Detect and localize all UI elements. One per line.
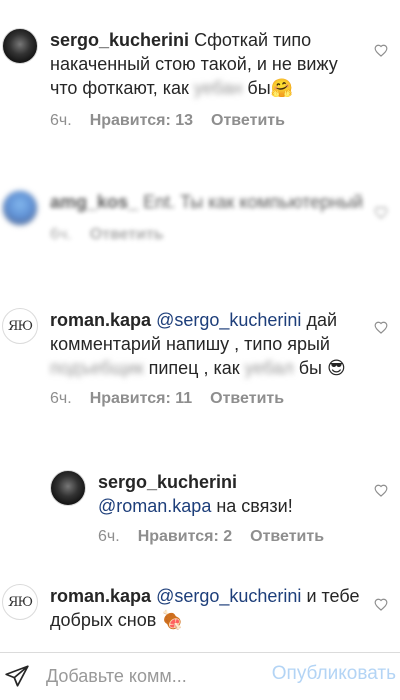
sunglasses-emoji: 😎 — [326, 358, 346, 378]
username[interactable]: sergo_kucherini — [98, 472, 237, 492]
username[interactable]: amg_kos_ — [50, 192, 138, 212]
comment-meta: 6ч. Нравится: 2 Ответить — [98, 528, 338, 546]
comment-2: amg_kos_ Ent. Ты как компьютерный 6ч. От… — [2, 190, 368, 244]
comment-composer: Опубликовать — [0, 652, 400, 700]
mention-link[interactable]: @sergo_kucherini — [156, 310, 301, 330]
comment-text: roman.kapa @sergo_kucherini дай коммента… — [50, 310, 346, 378]
reply-button[interactable]: Ответить — [211, 112, 285, 130]
logo-icon: ЯЮ — [7, 318, 33, 334]
comment-body: amg_kos_ Ent. Ты как компьютерный 6ч. От… — [50, 190, 368, 244]
comment-4-reply: sergo_kucherini @roman.kapa на связи! 6ч… — [50, 470, 338, 546]
likes-count[interactable]: Нравится: 11 — [90, 390, 192, 408]
comment-input[interactable] — [46, 661, 226, 691]
comment-meta: 6ч. Ответить — [50, 226, 368, 244]
avatar[interactable] — [2, 190, 38, 226]
avatar[interactable] — [2, 28, 38, 64]
avatar[interactable]: ЯЮ — [2, 584, 38, 620]
comment-body: roman.kapa @sergo_kucherini дай коммента… — [50, 308, 346, 408]
reply-button[interactable]: Ответить — [210, 390, 284, 408]
comment-meta: 6ч. Нравится: 11 Ответить — [50, 390, 346, 408]
username[interactable]: sergo_kucherini — [50, 30, 189, 50]
likes-count[interactable]: Нравится: 13 — [90, 112, 193, 130]
mention-link[interactable]: @roman.kapa — [98, 496, 211, 516]
censored-text: уебан — [193, 78, 243, 98]
avatar[interactable]: ЯЮ — [2, 308, 38, 344]
heart-outline-icon[interactable] — [374, 321, 388, 334]
logo-icon: ЯЮ — [7, 594, 33, 610]
reply-button[interactable]: Ответить — [90, 226, 164, 244]
comment-body: roman.kapa @sergo_kucherini и тебе добры… — [50, 584, 360, 632]
comment-text: sergo_kucherini @roman.kapa на связи! — [98, 472, 293, 516]
hugging-face-emoji: 🤗 — [270, 78, 294, 98]
comment-text: roman.kapa @sergo_kucherini и тебе добры… — [50, 586, 360, 630]
avatar[interactable] — [50, 470, 86, 506]
comment-3: ЯЮ roman.kapa @sergo_kucherini дай комме… — [2, 308, 346, 408]
comment-text: sergo_kucherini Сфоткай типо накаченный … — [50, 30, 338, 98]
username[interactable]: roman.kapa — [50, 586, 151, 606]
comment-body: sergo_kucherini @roman.kapa на связи! 6ч… — [98, 470, 338, 546]
timestamp: 6ч. — [50, 112, 72, 129]
timestamp: 6ч. — [50, 390, 72, 407]
comment-text: amg_kos_ Ent. Ты как компьютерный — [50, 192, 364, 212]
meat-emoji: 🍖 — [161, 610, 184, 630]
timestamp: 6ч. — [50, 226, 72, 243]
heart-outline-icon[interactable] — [374, 484, 388, 497]
comment-meta: 6ч. Нравится: 13 Ответить — [50, 112, 368, 130]
censored-text: уебал — [244, 358, 294, 378]
heart-outline-icon[interactable] — [374, 44, 388, 57]
likes-count[interactable]: Нравится: 2 — [138, 528, 232, 546]
censored-text: подъебщик — [50, 358, 144, 378]
publish-button[interactable]: Опубликовать — [272, 663, 396, 685]
comment-body: sergo_kucherini Сфоткай типо накаченный … — [50, 28, 368, 130]
send-icon[interactable] — [4, 663, 30, 694]
comment-1: sergo_kucherini Сфоткай типо накаченный … — [2, 28, 368, 130]
timestamp: 6ч. — [98, 528, 120, 545]
heart-outline-icon[interactable] — [374, 598, 388, 611]
comment-5: ЯЮ roman.kapa @sergo_kucherini и тебе до… — [2, 584, 360, 632]
heart-outline-icon[interactable] — [374, 206, 388, 219]
username[interactable]: roman.kapa — [50, 310, 151, 330]
mention-link[interactable]: @sergo_kucherini — [156, 586, 301, 606]
reply-button[interactable]: Ответить — [250, 528, 324, 546]
